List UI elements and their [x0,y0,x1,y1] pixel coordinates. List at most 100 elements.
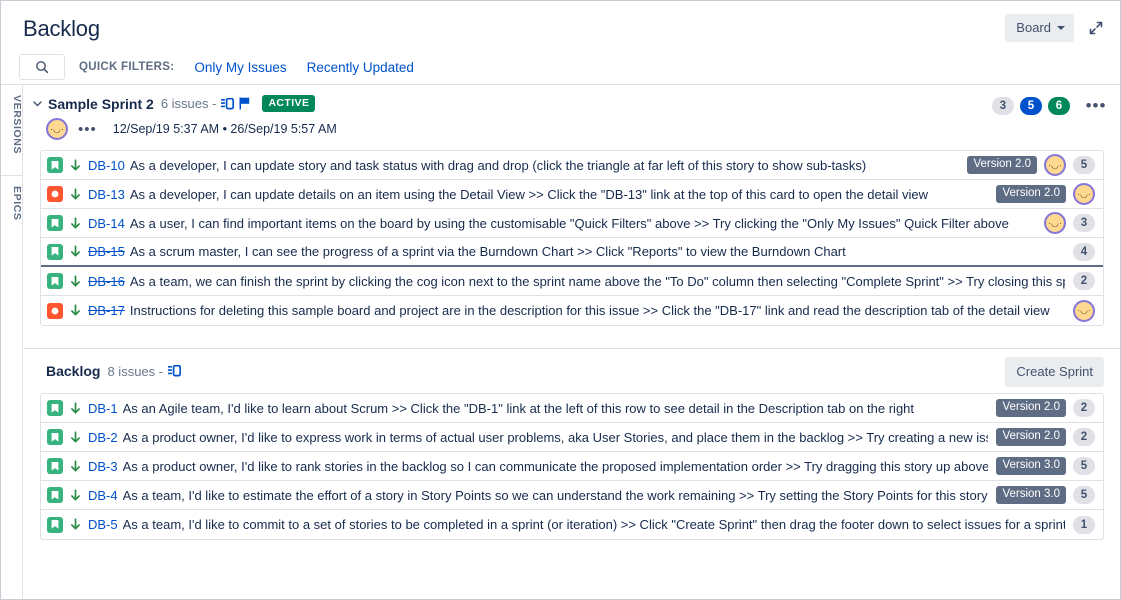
issue-summary: Instructions for deleting this sample bo… [129,303,1050,318]
board-dropdown-button[interactable]: Board [1005,14,1074,42]
bug-type-icon [47,302,63,319]
estimate-icon[interactable] [168,365,182,377]
sprint-header: Sample Sprint 2 6 issues - ACTIVE 3 5 6 … [24,85,1120,115]
story-points-badge: 5 [1073,457,1095,475]
expand-icon [1089,21,1103,35]
backlog-content: Sample Sprint 2 6 issues - ACTIVE 3 5 6 … [24,85,1120,599]
avatar-face-icon: ·◡· [1075,185,1093,203]
priority-low-icon [71,187,80,200]
search-input[interactable] [19,54,65,80]
issue-summary: As a developer, I can update details on … [129,186,928,202]
quick-filter-recently-updated[interactable]: Recently Updated [307,60,414,75]
avatar-face-icon: ·◡· [48,120,66,138]
issue-summary: As a product owner, I'd like to express … [122,429,989,445]
flag-icon[interactable] [239,97,250,110]
story-icon [51,432,59,442]
story-type-icon [47,516,63,533]
search-icon [36,61,49,74]
create-sprint-button[interactable]: Create Sprint [1005,357,1104,387]
priority-icon [70,518,81,531]
issue-row[interactable]: DB-5 As a team, I'd like to commit to a s… [41,510,1103,539]
issue-key-link[interactable]: DB-2 [88,430,118,445]
issue-row[interactable]: DB-16 As a team, we can finish the sprint… [41,267,1103,296]
story-type-icon [47,215,63,231]
issue-key-link[interactable]: DB-3 [88,459,118,474]
avatar[interactable]: ·◡· [46,118,68,140]
issue-key-link[interactable]: DB-4 [88,488,118,503]
sprint-meta-more-button[interactable]: ••• [78,121,97,138]
sprint-more-menu-button[interactable]: ••• [1080,91,1112,121]
estimate-icon[interactable] [221,97,235,110]
issue-row[interactable]: DB-14 As a user, I can find important ite… [41,209,1103,238]
priority-icon [70,158,81,172]
story-points-badge: 2 [1073,428,1095,446]
priority-icon [70,430,81,444]
assignee-avatar[interactable]: ·◡· [1073,299,1095,322]
story-icon [51,490,59,500]
story-type-icon [47,458,63,474]
issue-row-meta: Version 2.0 ·◡· [996,183,1095,205]
issue-row[interactable]: DB-15 As a scrum master, I can see the pr… [41,238,1103,267]
backlog-issue-count: 8 issues - [107,363,164,379]
rail-tab-versions[interactable]: VERSIONS [1,89,23,161]
assignee-avatar[interactable]: ·◡· [1044,154,1066,176]
quick-filter-only-my-issues[interactable]: Only My Issues [194,60,286,75]
page-title: Backlog [23,16,100,41]
priority-icon [70,245,81,258]
count-badge-done: 6 [1048,97,1070,115]
sprint-collapse-chevron-icon[interactable] [30,97,44,111]
issue-key-link[interactable]: DB-13 [88,187,125,202]
story-points-badge: 3 [1073,214,1095,232]
issue-key-link[interactable]: DB-14 [88,216,125,231]
chevron-down-icon [1057,26,1065,30]
issue-row[interactable]: DB-3 As a product owner, I'd like to rank… [41,452,1103,481]
issue-key-link[interactable]: DB-1 [88,401,118,416]
issue-key-link[interactable]: DB-10 [88,158,125,173]
issue-row[interactable]: DB-2 As a product owner, I'd like to expr… [41,423,1103,452]
backlog-list-wrapper: DB-1 As an Agile team, I'd like to learn … [24,393,1120,540]
story-points-badge: 5 [1073,156,1095,174]
sprint-name[interactable]: Sample Sprint 2 [48,96,154,112]
issue-summary: As a scrum master, I can see the progres… [129,244,846,259]
rail-tab-epics[interactable]: EPICS [1,175,23,227]
story-type-icon [47,243,63,260]
version-lozenge: Version 2.0 [996,428,1066,446]
issue-key-link[interactable]: DB-15 [88,244,125,259]
sprint-status-badge: ACTIVE [262,95,316,112]
story-type-icon [47,429,63,445]
issue-key-link[interactable]: DB-5 [88,517,118,532]
bug-icon [51,307,59,314]
page-header: Backlog Board QUICK FILTERS: Only My Iss… [1,1,1120,85]
issue-row-meta: Version 2.0 2 [996,399,1095,417]
assignee-avatar[interactable]: ·◡· [1073,183,1095,205]
sprint-issue-count: 6 issues - [160,96,217,111]
backlog-title: Backlog [46,363,101,379]
issue-row[interactable]: DB-4 As a team, I'd like to estimate the … [41,481,1103,510]
issue-key-link[interactable]: DB-17 [88,303,125,318]
priority-icon [70,304,81,317]
issue-row-meta: 2 [1073,272,1095,290]
issue-key-link[interactable]: DB-16 [88,274,125,289]
story-icon [51,461,59,471]
priority-low-icon [71,430,80,443]
bug-type-icon [47,186,63,202]
board-dropdown-label: Board [1016,20,1051,35]
side-rail: VERSIONS EPICS [1,85,23,599]
issue-row[interactable]: DB-17 Instructions for deleting this samp… [41,296,1103,325]
avatar-face-icon: ·◡· [1046,214,1064,232]
issue-summary: As a developer, I can update story and t… [129,157,867,173]
assignee-avatar[interactable]: ·◡· [1044,212,1066,234]
count-badge-inprogress: 5 [1020,97,1042,115]
quick-filter-row: QUICK FILTERS: Only My Issues Recently U… [19,54,1104,80]
expand-button[interactable] [1081,14,1111,42]
priority-low-icon [71,488,80,501]
priority-low-icon [71,274,80,287]
version-lozenge: Version 2.0 [967,156,1037,174]
issue-row-meta: Version 3.0 5 [996,457,1095,475]
issue-row[interactable]: DB-13 As a developer, I can update detail… [41,180,1103,209]
story-points-badge: 4 [1073,242,1095,261]
issue-row[interactable]: DB-1 As an Agile team, I'd like to learn … [41,394,1103,423]
priority-icon [70,216,81,230]
issue-row[interactable]: DB-10 As a developer, I can update story … [41,151,1103,180]
issue-summary: As a team, I'd like to commit to a set o… [122,517,1065,532]
